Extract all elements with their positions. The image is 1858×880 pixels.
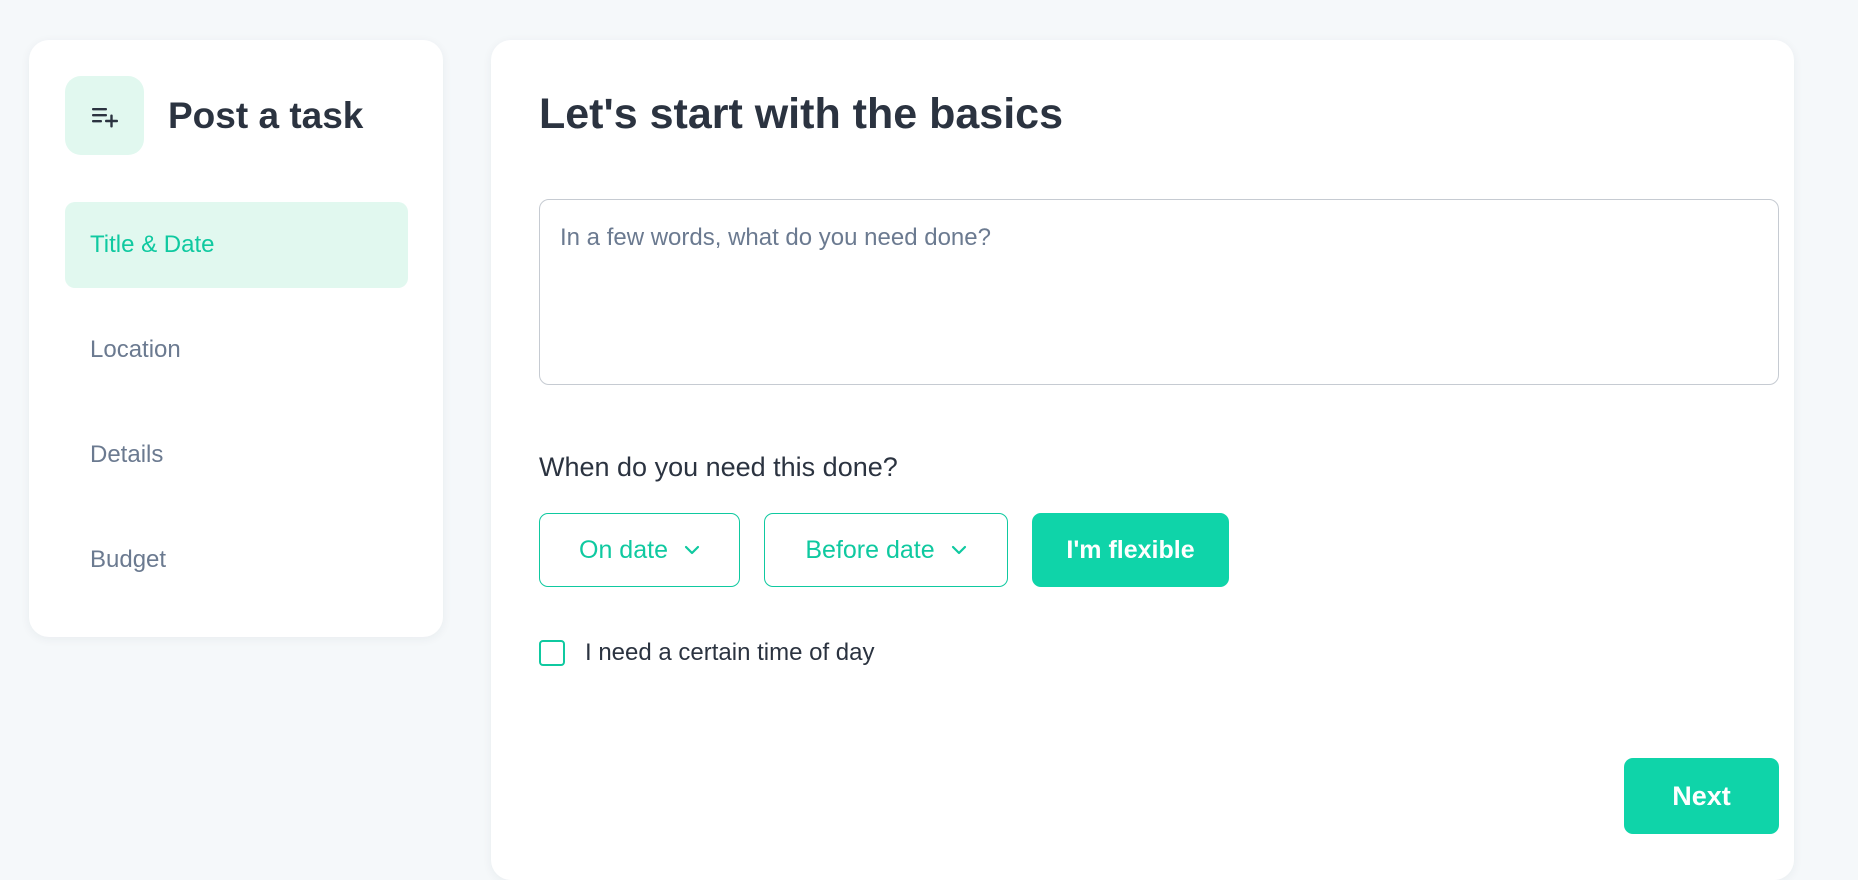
task-title-input[interactable] [539,199,1779,385]
main-panel: Let's start with the basics When do you … [491,40,1794,880]
sidebar-item-label: Title & Date [90,231,215,258]
sidebar: Post a task Title & Date Location Detail… [29,40,443,637]
sidebar-header: Post a task [65,76,363,155]
add-to-list-icon [65,76,144,155]
on-date-label: On date [579,535,668,564]
page-title-post-task: Post a task [168,94,364,136]
sidebar-item-title-date[interactable]: Title & Date [65,202,408,288]
time-of-day-label[interactable]: I need a certain time of day [585,639,875,667]
chevron-down-icon [684,545,700,555]
time-of-day-option: I need a certain time of day [539,639,875,667]
chevron-down-icon [951,545,967,555]
sidebar-item-budget[interactable]: Budget [65,517,408,603]
time-of-day-checkbox[interactable] [539,640,565,666]
on-date-button[interactable]: On date [539,513,740,587]
section-title: Let's start with the basics [539,90,1063,138]
when-question-label: When do you need this done? [539,452,898,482]
flexible-label: I'm flexible [1066,535,1195,564]
flexible-button[interactable]: I'm flexible [1032,513,1229,587]
sidebar-item-label: Location [90,336,181,363]
sidebar-item-label: Details [90,441,164,468]
date-options: On date Before date I'm flexible [539,513,1253,587]
next-button[interactable]: Next [1624,758,1779,834]
step-nav: Title & Date Location Details Budget [65,202,408,622]
before-date-label: Before date [805,535,935,564]
before-date-button[interactable]: Before date [764,513,1008,587]
sidebar-item-details[interactable]: Details [65,412,408,498]
sidebar-item-label: Budget [90,546,167,573]
sidebar-item-location[interactable]: Location [65,307,408,393]
